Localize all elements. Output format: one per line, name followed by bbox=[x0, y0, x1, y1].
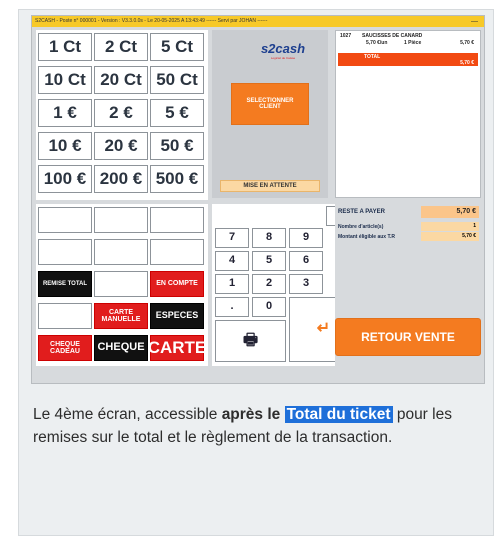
payment-slot bbox=[150, 239, 204, 265]
summary-panel: RESTE A PAYER 5,70 € Nombre d'article(s)… bbox=[335, 204, 481, 366]
articles-value: 1 bbox=[421, 222, 479, 231]
logo-text: s2cash bbox=[260, 41, 306, 56]
reste-a-payer-label: RESTE A PAYER bbox=[338, 209, 385, 215]
key-dot[interactable]: . bbox=[215, 297, 249, 317]
coin-2ct-button[interactable]: 2 Ct bbox=[94, 33, 148, 61]
key-6[interactable]: 6 bbox=[289, 251, 323, 271]
coin-20ct-button[interactable]: 20 Ct bbox=[94, 66, 148, 94]
key-4[interactable]: 4 bbox=[215, 251, 249, 271]
carte-button[interactable]: CARTE bbox=[148, 335, 206, 361]
ticket-total-bar: TOTAL 5,70 € bbox=[338, 53, 478, 66]
middle-panel: s2cash Logiciel de Caisse SELECTIONNER C… bbox=[212, 30, 328, 198]
key-3[interactable]: 3 bbox=[289, 274, 323, 294]
payment-slot bbox=[94, 239, 148, 265]
bill-20eur-button[interactable]: 20 € bbox=[94, 132, 148, 160]
s2cash-logo: s2cash Logiciel de Caisse bbox=[248, 40, 318, 60]
cheque-cadeau-button[interactable]: CHEQUE CADEAU bbox=[38, 335, 92, 361]
print-button[interactable]: 🖶 bbox=[215, 320, 286, 362]
bill-50eur-button[interactable]: 50 € bbox=[150, 132, 204, 160]
payment-slot bbox=[38, 207, 92, 233]
caption-text: Le 4ème écran, accessible après le Total… bbox=[33, 403, 473, 449]
line-code: 1027 bbox=[340, 33, 352, 39]
key-1[interactable]: 1 bbox=[215, 274, 249, 294]
key-0[interactable]: 0 bbox=[252, 297, 286, 317]
line-qty: 1 Pièce bbox=[404, 40, 422, 46]
mise-en-attente-button[interactable]: MISE EN ATTENTE bbox=[220, 180, 320, 192]
caption-part1: Le 4ème écran, accessible bbox=[33, 406, 222, 423]
pos-screenshot: S2CASH - Poste n° 000001 - Version : V3.… bbox=[31, 15, 485, 384]
bill-10eur-button[interactable]: 10 € bbox=[38, 132, 92, 160]
ticket-line[interactable]: 1027 SAUCISSES DE CANARD 5,70 €/un 1 Piè… bbox=[338, 33, 478, 55]
articles-label: Nombre d'article(s) bbox=[338, 224, 384, 230]
payment-slot bbox=[150, 207, 204, 233]
select-client-button[interactable]: SELECTIONNER CLIENT bbox=[231, 83, 309, 125]
montant-tr-value: 5,70 € bbox=[421, 232, 479, 241]
line-name: SAUCISSES DE CANARD bbox=[362, 33, 423, 39]
retour-vente-button[interactable]: RETOUR VENTE bbox=[335, 318, 481, 356]
coin-1ct-button[interactable]: 1 Ct bbox=[38, 33, 92, 61]
coin-5eur-button[interactable]: 5 € bbox=[150, 99, 204, 127]
montant-tr-label: Montant éligible aux T.R bbox=[338, 234, 395, 240]
payment-slot bbox=[94, 271, 148, 297]
line-total: 5,70 € bbox=[460, 40, 474, 46]
en-compte-button[interactable]: EN COMPTE bbox=[150, 271, 204, 297]
carte-manuelle-button[interactable]: CARTE MANUELLE bbox=[94, 303, 148, 329]
content-card: S2CASH - Poste n° 000001 - Version : V3.… bbox=[18, 9, 494, 536]
payment-slot bbox=[38, 239, 92, 265]
logo-tagline: Logiciel de Caisse bbox=[270, 56, 296, 60]
total-label: TOTAL bbox=[364, 54, 381, 60]
coin-1eur-button[interactable]: 1 € bbox=[38, 99, 92, 127]
coin-2eur-button[interactable]: 2 € bbox=[94, 99, 148, 127]
especes-button[interactable]: ESPECES bbox=[150, 303, 204, 329]
ticket-panel: 1027 SAUCISSES DE CANARD 5,70 €/un 1 Piè… bbox=[335, 30, 481, 198]
payment-panel: REMISE TOTAL EN COMPTE CARTE MANUELLE ES… bbox=[36, 204, 208, 366]
line-price: 5,70 €/un bbox=[366, 40, 388, 46]
key-8[interactable]: 8 bbox=[252, 228, 286, 248]
key-5[interactable]: 5 bbox=[252, 251, 286, 271]
coin-panel: 1 Ct 2 Ct 5 Ct 10 Ct 20 Ct 50 Ct 1 € 2 €… bbox=[36, 30, 208, 200]
total-value: 5,70 € bbox=[460, 60, 474, 66]
key-7[interactable]: 7 bbox=[215, 228, 249, 248]
cheque-button[interactable]: CHEQUE bbox=[94, 335, 148, 361]
printer-icon: 🖶 bbox=[242, 331, 259, 349]
bill-100eur-button[interactable]: 100 € bbox=[38, 165, 92, 193]
window-title: S2CASH - Poste n° 000001 - Version : V3.… bbox=[35, 18, 268, 24]
caption-bold: après le bbox=[221, 406, 285, 423]
coin-10ct-button[interactable]: 10 Ct bbox=[38, 66, 92, 94]
minimize-button[interactable]: — bbox=[471, 16, 478, 27]
payment-slot bbox=[94, 207, 148, 233]
coin-50ct-button[interactable]: 50 Ct bbox=[150, 66, 204, 94]
reste-a-payer-value: 5,70 € bbox=[421, 206, 479, 218]
window-titlebar: S2CASH - Poste n° 000001 - Version : V3.… bbox=[32, 16, 484, 27]
bill-500eur-button[interactable]: 500 € bbox=[150, 165, 204, 193]
payment-slot bbox=[38, 303, 92, 329]
key-2[interactable]: 2 bbox=[252, 274, 286, 294]
key-9[interactable]: 9 bbox=[289, 228, 323, 248]
enter-arrow-icon: ↵ bbox=[316, 320, 331, 338]
remise-total-button[interactable]: REMISE TOTAL bbox=[38, 271, 92, 297]
caption-highlight-link[interactable]: Total du ticket bbox=[284, 406, 393, 423]
coin-5ct-button[interactable]: 5 Ct bbox=[150, 33, 204, 61]
bill-200eur-button[interactable]: 200 € bbox=[94, 165, 148, 193]
